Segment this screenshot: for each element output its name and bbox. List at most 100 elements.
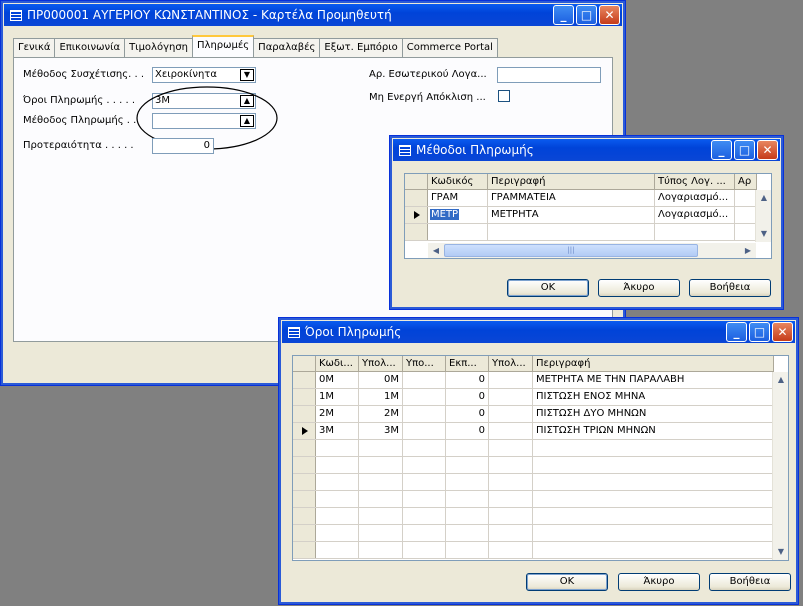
cell-calc[interactable]	[359, 474, 403, 490]
priority-field[interactable]: 0	[152, 138, 214, 154]
close-button[interactable]: ✕	[599, 5, 620, 25]
close-button[interactable]: ✕	[757, 140, 778, 160]
cell-desc[interactable]	[533, 491, 774, 507]
cell-calc[interactable]: 0M	[359, 372, 403, 388]
cancel-button[interactable]: Άκυρο	[618, 573, 700, 591]
cell-desc[interactable]: ΠΙΣΤΩΣΗ ΕΝΟΣ ΜΗΝΑ	[533, 389, 774, 405]
help-button[interactable]: Βοήθεια	[709, 573, 791, 591]
row-selector[interactable]	[293, 440, 316, 456]
cell-c5[interactable]	[489, 440, 533, 456]
table-row[interactable]: ΜΕΤΡ ΜΕΤΡΗΤΑ Λογαριασμό...	[405, 207, 757, 224]
cell-c3[interactable]	[403, 525, 446, 541]
cell-desc[interactable]: ΜΕΤΡΗΤΑ	[488, 207, 655, 223]
cell-desc[interactable]	[533, 457, 774, 473]
cell-code[interactable]: ΜΕΤΡ	[428, 207, 488, 223]
cell-code[interactable]: 3M	[316, 423, 359, 439]
table-row[interactable]	[293, 474, 774, 491]
cell-code[interactable]	[316, 525, 359, 541]
payment-methods-titlebar[interactable]: Μέθοδοι Πληρωμής _ □ ✕	[393, 139, 780, 161]
col-code-header[interactable]: Κωδι...	[316, 356, 359, 371]
cancel-button[interactable]: Άκυρο	[598, 279, 680, 297]
cell-code[interactable]: 2M	[316, 406, 359, 422]
cell-calc[interactable]	[359, 525, 403, 541]
cell-desc[interactable]: ΜΕΤΡΗΤΑ ΜΕ ΤΗΝ ΠΑΡΑΛΑΒΗ	[533, 372, 774, 388]
cell-calc[interactable]: 2M	[359, 406, 403, 422]
cell-c3[interactable]	[403, 440, 446, 456]
maximize-button[interactable]: □	[734, 140, 755, 160]
cell-desc[interactable]	[533, 474, 774, 490]
cell-c3[interactable]	[403, 457, 446, 473]
row-selector[interactable]	[293, 474, 316, 490]
row-selector[interactable]	[293, 389, 316, 405]
vertical-scrollbar[interactable]: ▲ ▼	[755, 190, 771, 242]
cell-number[interactable]	[735, 190, 757, 206]
scroll-down-icon[interactable]: ▼	[773, 544, 788, 560]
cell-c5[interactable]	[489, 372, 533, 388]
scroll-down-icon[interactable]: ▼	[756, 226, 771, 242]
table-row[interactable]	[293, 508, 774, 525]
table-row[interactable]	[405, 224, 757, 241]
cell-code[interactable]	[316, 508, 359, 524]
cell-desc[interactable]	[533, 440, 774, 456]
help-button[interactable]: Βοήθεια	[689, 279, 771, 297]
cell-c5[interactable]	[489, 508, 533, 524]
cell-disc[interactable]: 0	[446, 406, 489, 422]
cell-c3[interactable]	[403, 542, 446, 558]
table-row[interactable]	[293, 542, 774, 559]
maximize-button[interactable]: □	[749, 322, 770, 342]
minimize-button[interactable]: _	[711, 140, 732, 160]
cell-c5[interactable]	[489, 542, 533, 558]
cell-calc[interactable]: 3M	[359, 423, 403, 439]
table-row[interactable]	[293, 525, 774, 542]
tab-foreign-trade[interactable]: Εξωτ. Εμπόριο	[319, 38, 403, 57]
table-row[interactable]: 1M 1M 0 ΠΙΣΤΩΣΗ ΕΝΟΣ ΜΗΝΑ	[293, 389, 774, 406]
cell-type[interactable]	[655, 224, 735, 240]
table-row[interactable]	[293, 440, 774, 457]
cell-desc[interactable]	[533, 508, 774, 524]
cell-calc[interactable]: 1M	[359, 389, 403, 405]
cell-c3[interactable]	[403, 423, 446, 439]
cell-desc[interactable]	[488, 224, 655, 240]
cell-disc[interactable]	[446, 474, 489, 490]
col-number-header[interactable]: Αρ	[735, 174, 757, 189]
current-row-indicator-icon[interactable]	[405, 207, 428, 223]
row-selector[interactable]	[293, 525, 316, 541]
tab-communication[interactable]: Επικοινωνία	[54, 38, 126, 57]
cell-desc[interactable]: ΠΙΣΤΩΣΗ ΤΡΙΩΝ ΜΗΝΩΝ	[533, 423, 774, 439]
tab-payments[interactable]: Πληρωμές	[192, 35, 255, 57]
payment-terms-titlebar[interactable]: Όροι Πληρωμής _ □ ✕	[282, 321, 795, 343]
col-calc2-header[interactable]: Υπο...	[403, 356, 446, 371]
cell-code[interactable]	[428, 224, 488, 240]
cell-disc[interactable]	[446, 440, 489, 456]
scroll-thumb[interactable]: |||	[444, 244, 698, 257]
col-calc3-header[interactable]: Υπολ...	[489, 356, 533, 371]
vendor-card-titlebar[interactable]: ΠΡ000001 ΑΥΓΕΡΙΟΥ ΚΩΝΣΤΑΝΤΙΝΟΣ - Καρτέλα…	[4, 4, 622, 26]
col-desc-header[interactable]: Περιγραφή	[533, 356, 774, 371]
row-selector[interactable]	[293, 542, 316, 558]
table-row[interactable]: ΓΡΑΜ ΓΡΑΜΜΑΤΕΙΑ Λογαριασμό...	[405, 190, 757, 207]
cell-calc[interactable]	[359, 508, 403, 524]
cell-desc[interactable]: ΓΡΑΜΜΑΤΕΙΑ	[488, 190, 655, 206]
cell-code[interactable]: 1M	[316, 389, 359, 405]
scroll-up-icon[interactable]: ▲	[773, 372, 788, 388]
cell-disc[interactable]: 0	[446, 372, 489, 388]
cell-code[interactable]: ΓΡΑΜ	[428, 190, 488, 206]
cell-c3[interactable]	[403, 508, 446, 524]
row-selector[interactable]	[293, 457, 316, 473]
vertical-scrollbar[interactable]: ▲ ▼	[772, 372, 788, 560]
scroll-left-icon[interactable]: ◀	[428, 243, 444, 259]
cell-code[interactable]	[316, 474, 359, 490]
cell-type[interactable]: Λογαριασμό...	[655, 190, 735, 206]
cell-desc[interactable]: ΠΙΣΤΩΣΗ ΔΥΟ ΜΗΝΩΝ	[533, 406, 774, 422]
cell-disc[interactable]	[446, 457, 489, 473]
scroll-right-icon[interactable]: ▶	[740, 243, 756, 259]
cell-c5[interactable]	[489, 406, 533, 422]
row-selector[interactable]	[405, 190, 428, 206]
row-selector[interactable]	[293, 491, 316, 507]
cell-c5[interactable]	[489, 491, 533, 507]
cell-c3[interactable]	[403, 474, 446, 490]
cell-code[interactable]	[316, 440, 359, 456]
table-row[interactable]	[293, 457, 774, 474]
minimize-button[interactable]: _	[553, 5, 574, 25]
cell-type[interactable]: Λογαριασμό...	[655, 207, 735, 223]
